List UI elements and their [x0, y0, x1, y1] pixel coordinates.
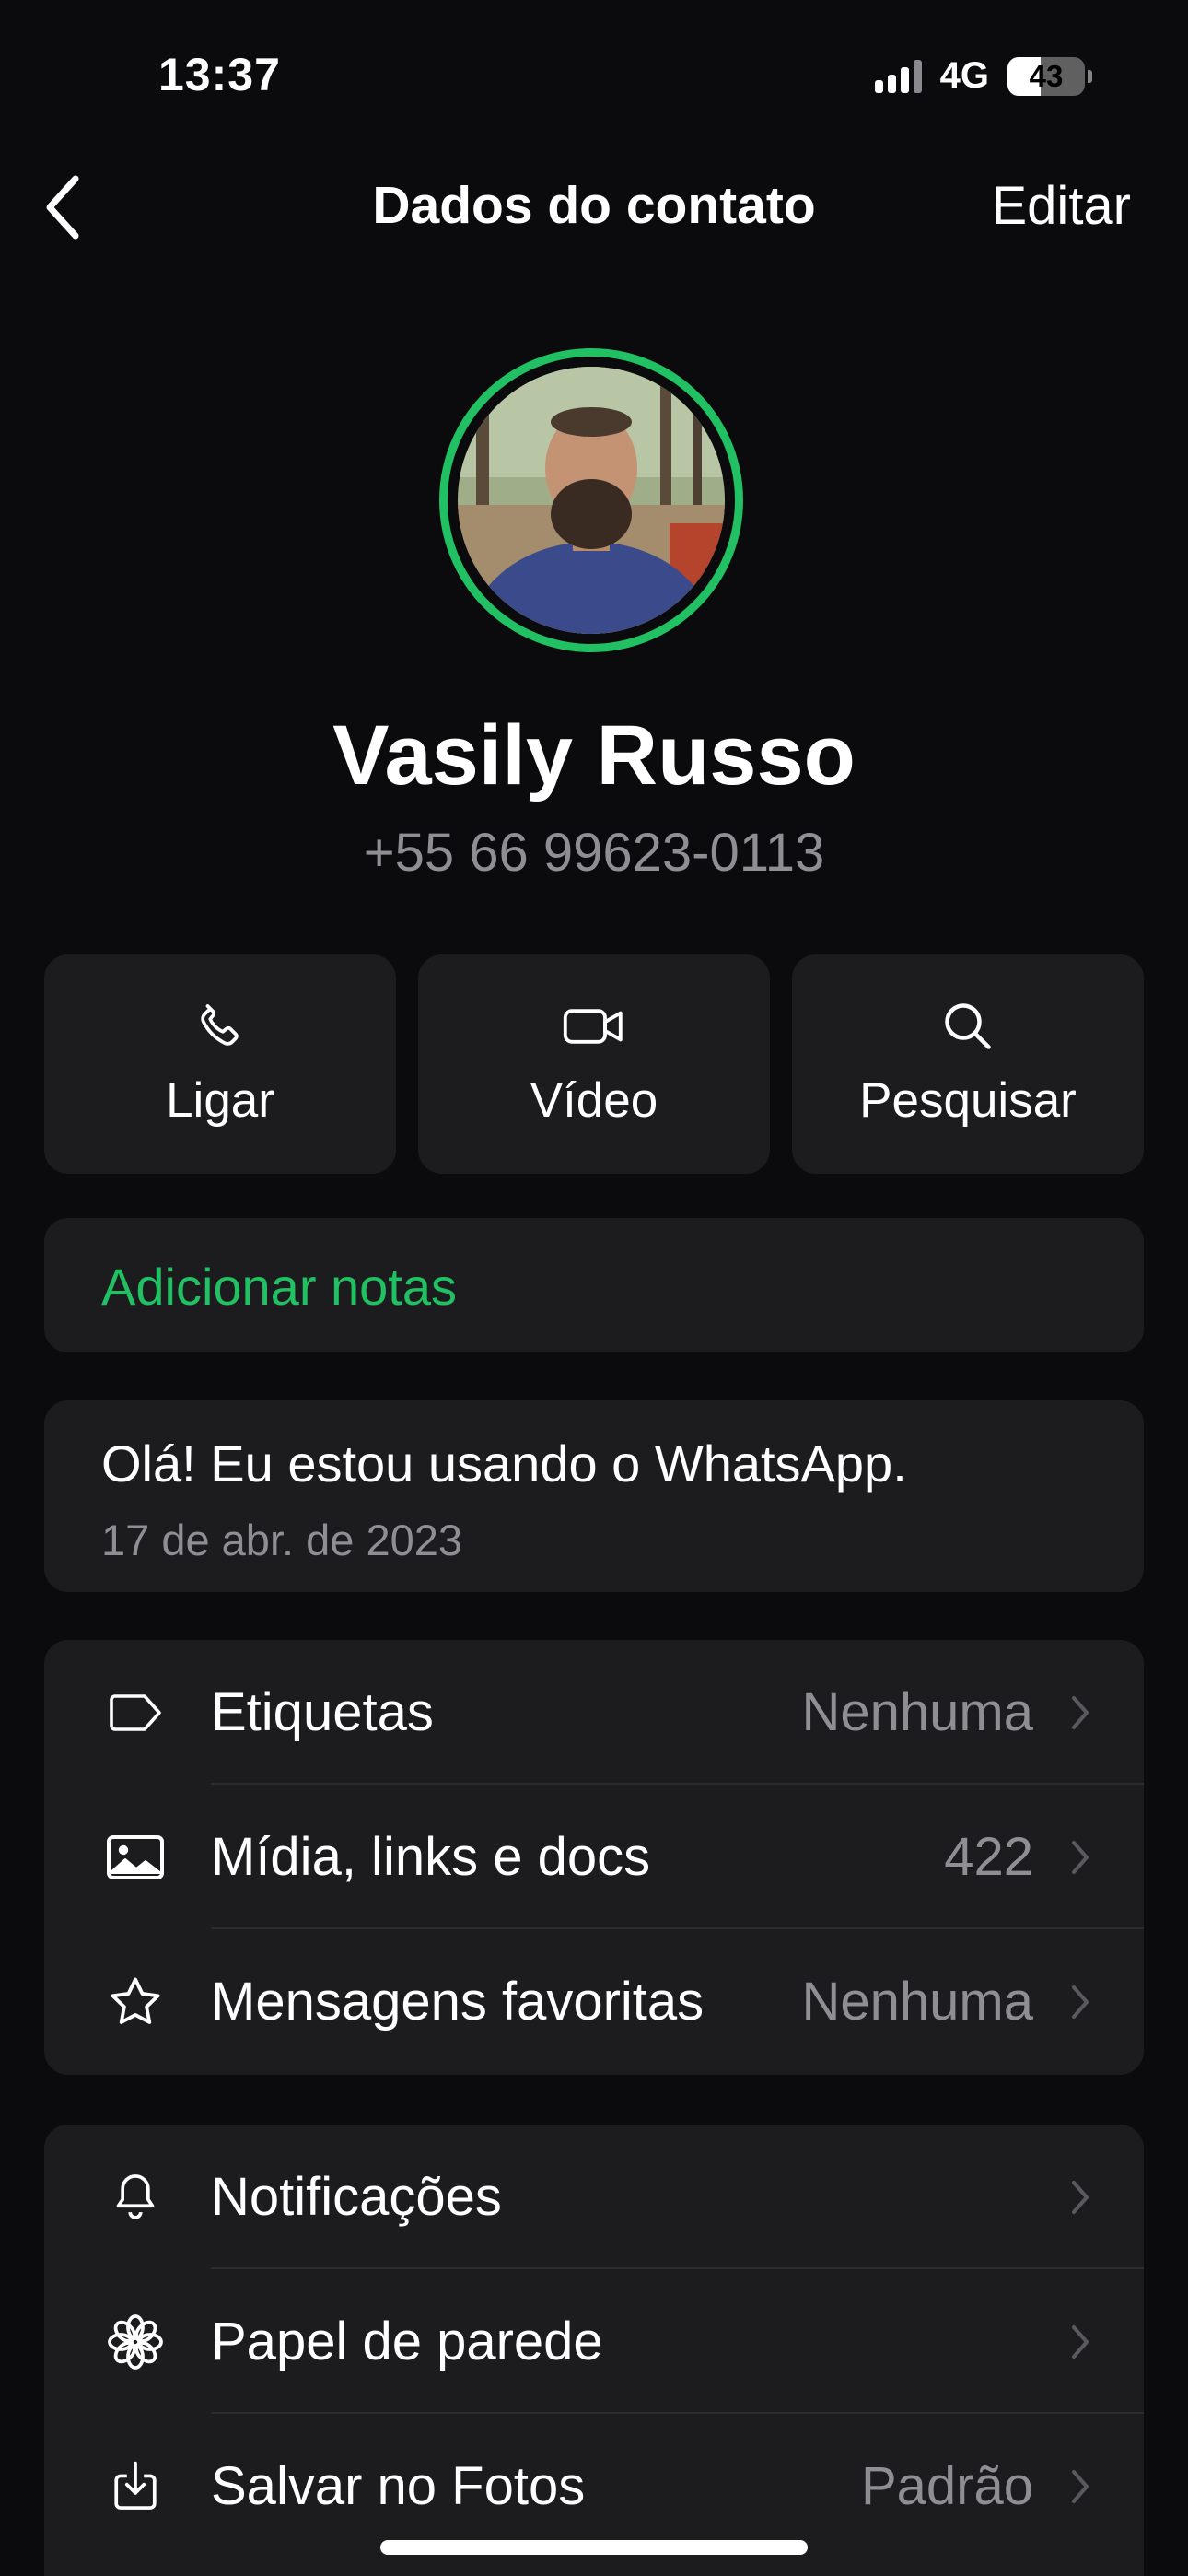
edit-button[interactable]: Editar: [991, 175, 1131, 237]
chevron-right-icon: [1070, 1785, 1090, 1929]
video-icon: [561, 999, 627, 1054]
list-item-value: Nenhuma: [801, 1972, 1033, 2032]
contact-info-screen: 13:37 4G 43 Dados do contato Editar Vasi…: [0, 0, 1188, 2576]
battery-icon: 43: [1007, 56, 1092, 96]
chevron-right-icon: [1070, 1640, 1090, 1785]
about-text: Olá! Eu estou usando o WhatsApp.: [101, 1434, 907, 1493]
list-item-label: Salvar no Fotos: [211, 2456, 586, 2516]
call-button-label: Ligar: [166, 1073, 274, 1128]
flower-icon: [103, 2269, 168, 2414]
status-time: 13:37: [158, 49, 281, 100]
video-button-label: Vídeo: [530, 1073, 658, 1128]
image-icon: [103, 1785, 168, 1929]
chevron-right-icon: [1070, 2269, 1090, 2414]
list-item-label: Mensagens favoritas: [211, 1972, 705, 2032]
video-button[interactable]: Vídeo: [418, 954, 770, 1174]
list-item-label: Mídia, links e docs: [211, 1827, 651, 1887]
battery-level: 43: [1029, 58, 1064, 93]
list-item-save-photos[interactable]: Salvar no Fotos Padrão: [44, 2414, 1144, 2558]
list-item-labels[interactable]: Etiquetas Nenhuma: [44, 1640, 1144, 1785]
status-indicators: 4G 43: [874, 55, 1092, 97]
network-type: 4G: [939, 55, 989, 96]
star-icon: [103, 1929, 168, 2074]
add-notes-label: Adicionar notas: [101, 1258, 458, 1316]
list-item-notifications[interactable]: Notificações: [44, 2125, 1144, 2269]
home-indicator[interactable]: [380, 2540, 808, 2555]
phone-icon: [192, 999, 248, 1054]
call-button[interactable]: Ligar: [44, 954, 396, 1174]
add-notes-button[interactable]: Adicionar notas: [44, 1218, 1144, 1352]
chevron-right-icon: [1070, 2414, 1090, 2558]
search-button[interactable]: Pesquisar: [792, 954, 1144, 1174]
tag-icon: [103, 1640, 168, 1785]
search-button-label: Pesquisar: [859, 1073, 1077, 1128]
list-item-label: Notificações: [211, 2167, 502, 2227]
search-icon: [940, 999, 996, 1054]
list-item-label: Etiquetas: [211, 1682, 434, 1742]
list-item-value: Nenhuma: [801, 1682, 1033, 1742]
list-item-label: Papel de parede: [211, 2312, 603, 2371]
chat-settings-list: Notificações Papel de parede Salvar no F…: [44, 2125, 1144, 2576]
list-item-starred[interactable]: Mensagens favoritas Nenhuma: [44, 1929, 1144, 2074]
about-card: Olá! Eu estou usando o WhatsApp. 17 de a…: [44, 1400, 1144, 1592]
list-item-media[interactable]: Mídia, links e docs 422: [44, 1785, 1144, 1929]
signal-icon: [874, 59, 922, 93]
list-item-value: 422: [944, 1827, 1033, 1887]
contact-options-list: Etiquetas Nenhuma Mídia, links e docs 42…: [44, 1640, 1144, 2075]
chevron-right-icon: [1070, 2125, 1090, 2269]
list-item-wallpaper[interactable]: Papel de parede: [44, 2269, 1144, 2414]
list-item-value: Padrão: [860, 2456, 1033, 2516]
contact-phone: +55 66 99623-0113: [363, 823, 825, 883]
chevron-right-icon: [1070, 1929, 1090, 2074]
about-date: 17 de abr. de 2023: [101, 1516, 463, 1564]
save-icon: [103, 2414, 168, 2558]
avatar-status-ring[interactable]: [439, 348, 743, 652]
action-buttons: Ligar Vídeo Pesquisar: [44, 954, 1144, 1174]
contact-name: Vasily Russo: [332, 708, 856, 802]
bell-icon: [103, 2125, 168, 2269]
avatar[interactable]: [458, 367, 725, 634]
